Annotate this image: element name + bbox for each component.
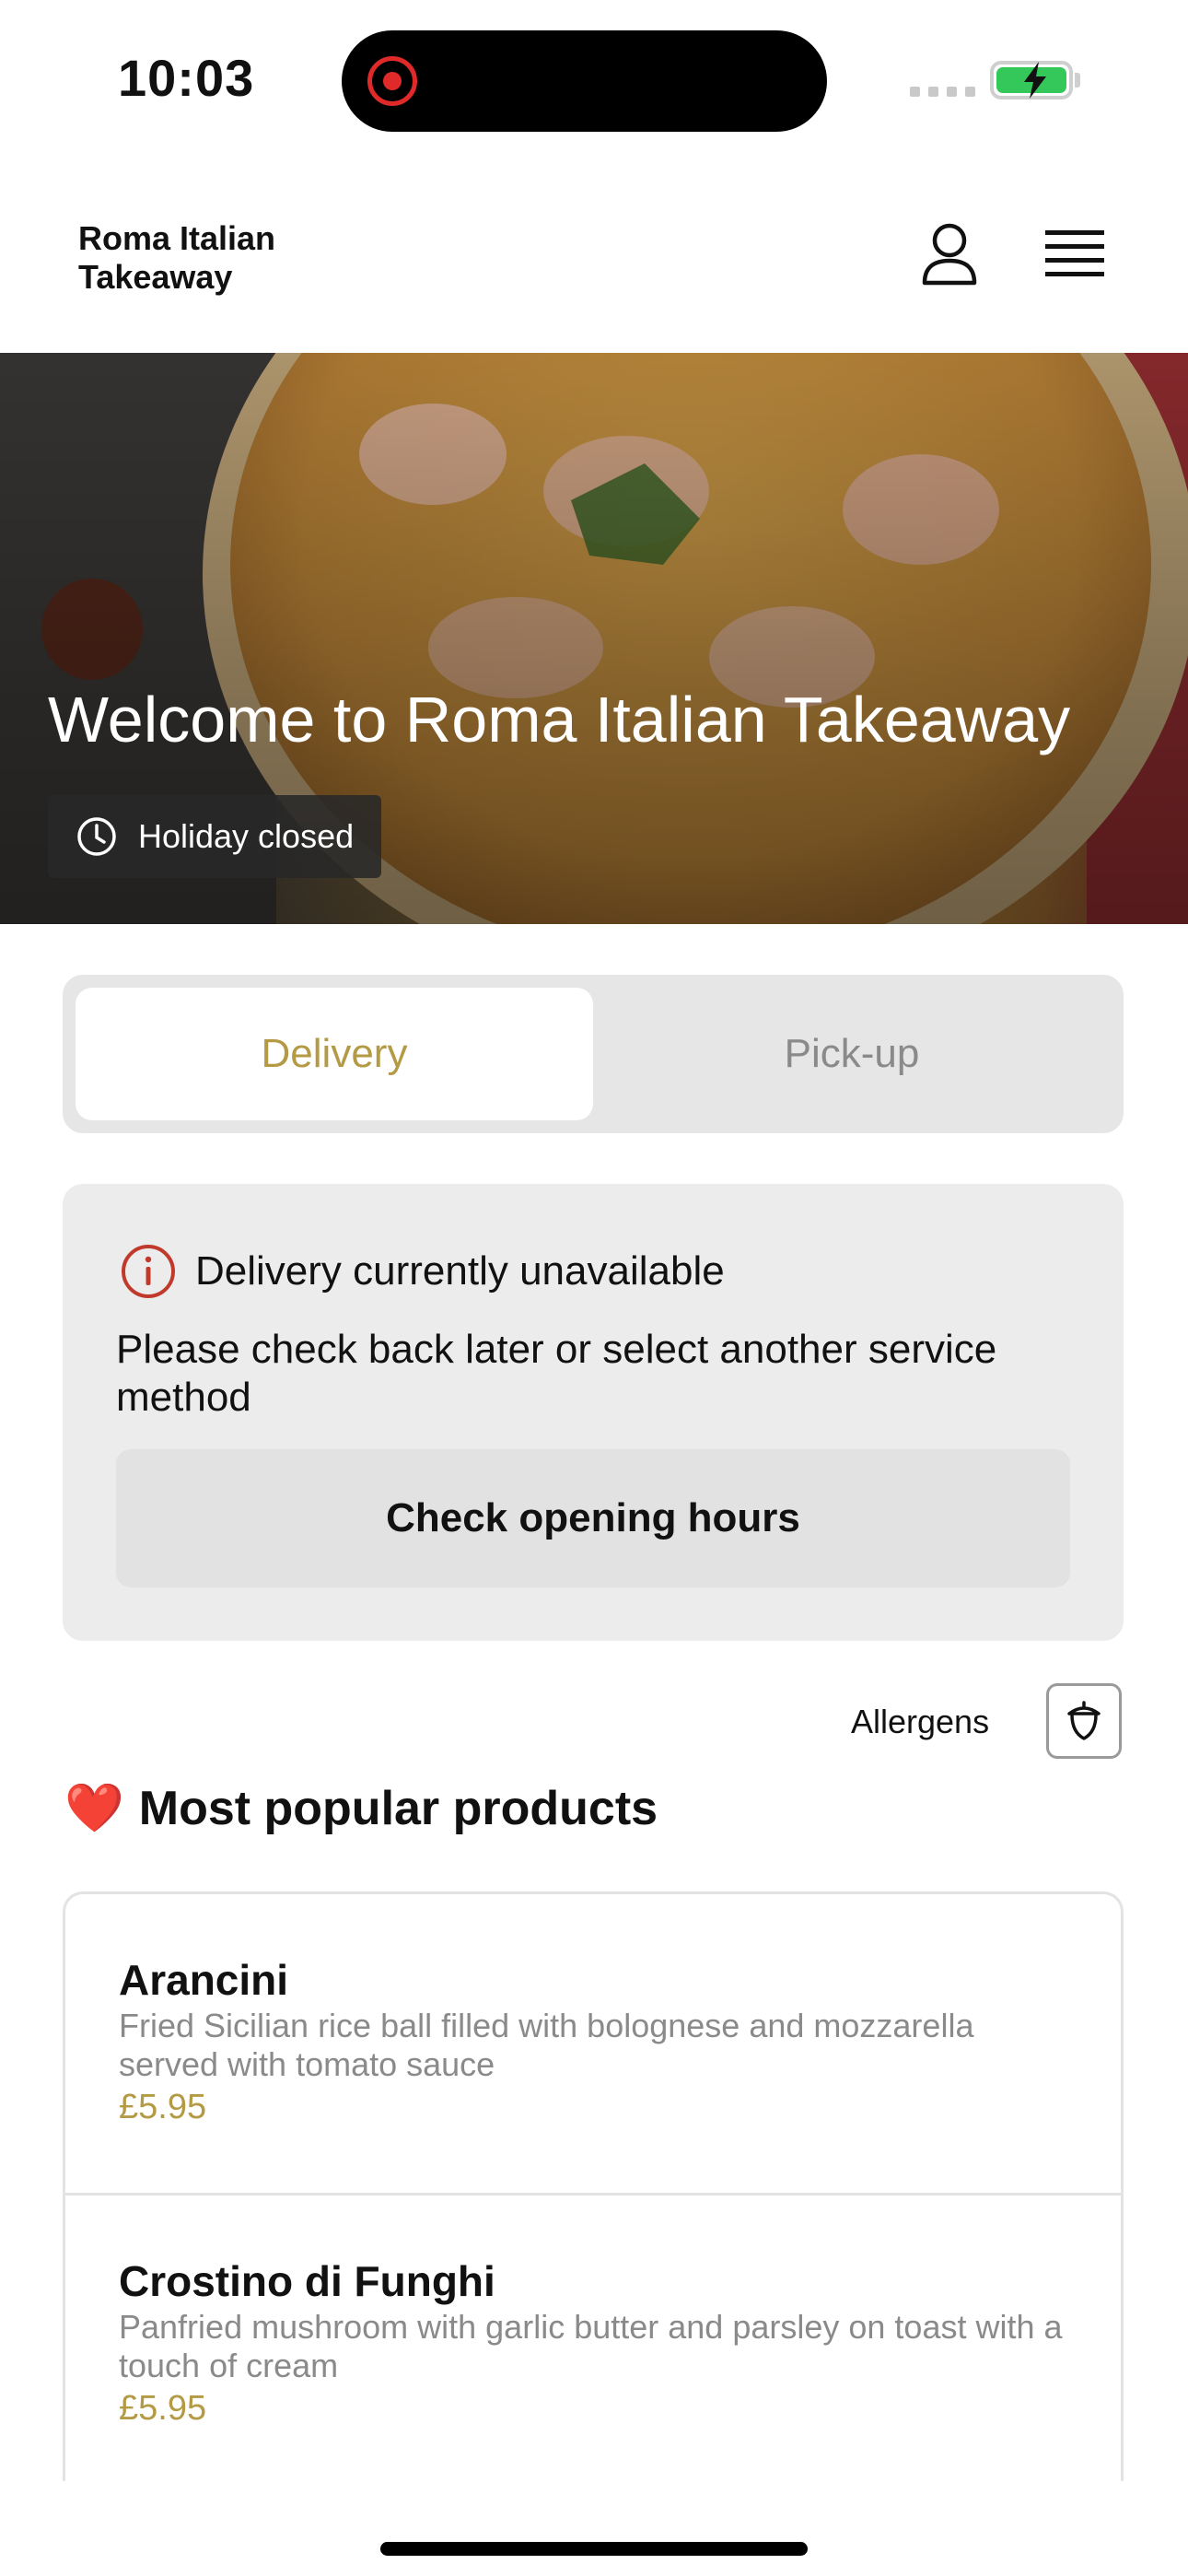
- check-opening-hours-button[interactable]: Check opening hours: [116, 1449, 1070, 1587]
- notice-title: Delivery currently unavailable: [195, 1248, 725, 1294]
- profile-button[interactable]: [912, 217, 987, 292]
- home-indicator[interactable]: [380, 2542, 808, 2556]
- info-icon: [122, 1245, 175, 1298]
- product-price: £5.95: [119, 2088, 207, 2126]
- store-status-text: Holiday closed: [138, 817, 355, 855]
- delivery-unavailable-card: Delivery currently unavailable Please ch…: [63, 1184, 1124, 1641]
- hamburger-icon: [1045, 230, 1104, 276]
- service-type-toggle: Delivery Pick-up: [63, 975, 1124, 1133]
- battery-icon: [990, 61, 1073, 100]
- signal-icon: [910, 87, 975, 97]
- product-item[interactable]: Arancini Fried Sicilian rice ball filled…: [65, 1894, 1121, 2194]
- menu-button[interactable]: [1033, 217, 1116, 292]
- popular-title-text: Most popular products: [138, 1781, 658, 1835]
- user-icon: [922, 223, 977, 286]
- hero-banner: Welcome to Roma Italian Takeaway Holiday…: [0, 353, 1188, 924]
- notice-message: Please check back later or select anothe…: [116, 1327, 997, 1420]
- recording-icon: [367, 56, 417, 106]
- product-description: Fried Sicilian rice ball filled with bol…: [119, 2007, 974, 2083]
- product-list: Arancini Fried Sicilian rice ball filled…: [63, 1891, 1124, 2481]
- product-price: £5.95: [119, 2389, 207, 2428]
- product-name: Crostino di Funghi: [119, 2257, 495, 2305]
- clock-icon: [77, 817, 116, 856]
- brand-name[interactable]: Roma Italian Takeaway: [78, 219, 318, 297]
- notice-header: Delivery currently unavailable: [120, 1243, 725, 1300]
- hero-title: Welcome to Roma Italian Takeaway: [48, 684, 1071, 755]
- product-item[interactable]: Crostino di Funghi Panfried mushroom wit…: [65, 2193, 1121, 2481]
- tab-delivery[interactable]: Delivery: [76, 988, 593, 1120]
- acorn-icon: [1067, 1701, 1101, 1740]
- status-bar: 10:03: [0, 0, 1188, 157]
- status-time: 10:03: [118, 49, 255, 107]
- heart-icon: ❤️: [64, 1781, 124, 1836]
- battery-tip: [1075, 73, 1080, 88]
- product-description: Panfried mushroom with garlic butter and…: [119, 2308, 1063, 2384]
- app-header: Roma Italian Takeaway: [0, 157, 1188, 353]
- tab-pickup[interactable]: Pick-up: [593, 988, 1111, 1120]
- allergens-button[interactable]: [1046, 1683, 1122, 1759]
- store-status-badge: Holiday closed: [48, 795, 382, 878]
- popular-section-title: ❤️ Most popular products: [64, 1780, 658, 1836]
- dynamic-island: [342, 30, 827, 132]
- product-name: Arancini: [119, 1956, 289, 2004]
- allergens-label[interactable]: Allergens: [851, 1703, 989, 1741]
